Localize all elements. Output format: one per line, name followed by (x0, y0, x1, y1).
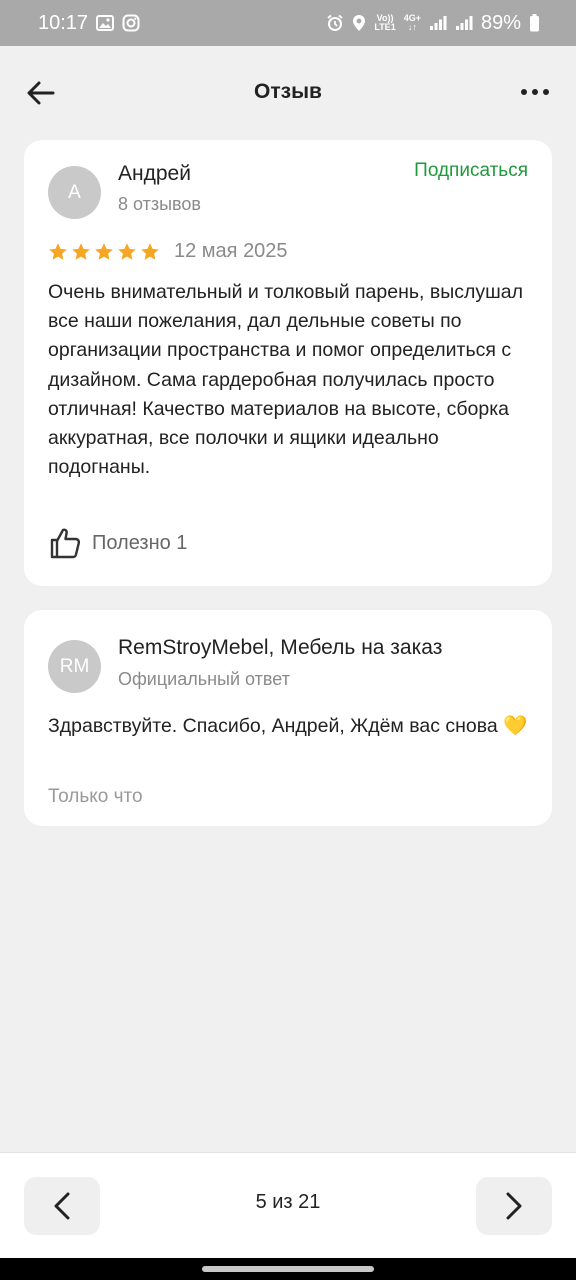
app-bar: Отзыв (0, 46, 576, 138)
subscribe-button[interactable]: Подписаться (414, 160, 528, 182)
star-icon (72, 243, 90, 260)
gallery-icon (96, 15, 115, 31)
status-bar: 10:17 Vo)) LTE1 4G+ ↓↑ 89% (0, 0, 576, 46)
chevron-right-icon (506, 1192, 522, 1220)
page-title: Отзыв (254, 80, 322, 103)
back-button[interactable] (26, 80, 56, 106)
battery-percent: 89% (480, 11, 521, 34)
useful-button[interactable]: Полезно 1 (48, 526, 187, 560)
next-review-button[interactable] (476, 1177, 552, 1235)
network-type-label: 4G+ (403, 13, 421, 23)
home-gesture-pill[interactable] (202, 1266, 374, 1272)
review-card: А Андрей 8 отзывов Подписаться 12 мая 20… (24, 140, 552, 586)
reply-text: Здравствуйте. Спасибо, Андрей, Ждём вас … (48, 715, 528, 737)
signal-2-icon (455, 15, 473, 31)
reply-card: RM RemStroyMebel, Мебель на заказ Официа… (24, 610, 552, 826)
network-type-indicator: 4G+ ↓↑ (403, 13, 421, 32)
company-avatar[interactable]: RM (48, 640, 101, 693)
location-icon (352, 14, 366, 32)
avatar[interactable]: А (48, 166, 101, 219)
reviews-count: 8 отзывов (118, 194, 201, 214)
thumbs-up-icon (50, 528, 81, 559)
more-dots-icon (521, 89, 549, 95)
signal-icon (429, 15, 447, 31)
company-name[interactable]: RemStroyMebel, Мебель на заказ (118, 636, 442, 660)
status-time: 10:17 (38, 11, 89, 34)
star-icon (118, 243, 136, 260)
volte-indicator: Vo)) LTE1 (374, 14, 395, 32)
reply-time: Только что (48, 786, 143, 807)
instagram-icon (122, 14, 140, 32)
review-date: 12 мая 2025 (174, 240, 288, 262)
review-author-name[interactable]: Андрей (118, 162, 191, 186)
battery-icon (529, 14, 540, 32)
more-options-button[interactable] (520, 82, 550, 102)
arrow-left-icon (27, 81, 55, 105)
volte-bottom-label: LTE1 (374, 22, 396, 32)
gesture-nav-area (0, 1258, 576, 1280)
star-icon (95, 243, 113, 260)
review-text: Очень внимательный и толковый парень, вы… (48, 281, 523, 479)
alarm-icon (326, 14, 344, 32)
star-icon (141, 243, 159, 260)
useful-label: Полезно 1 (92, 531, 188, 554)
pagination-bar: 5 из 21 (0, 1152, 576, 1258)
official-reply-badge: Официальный ответ (118, 669, 290, 689)
rating-stars (48, 242, 160, 262)
star-icon (49, 243, 67, 260)
